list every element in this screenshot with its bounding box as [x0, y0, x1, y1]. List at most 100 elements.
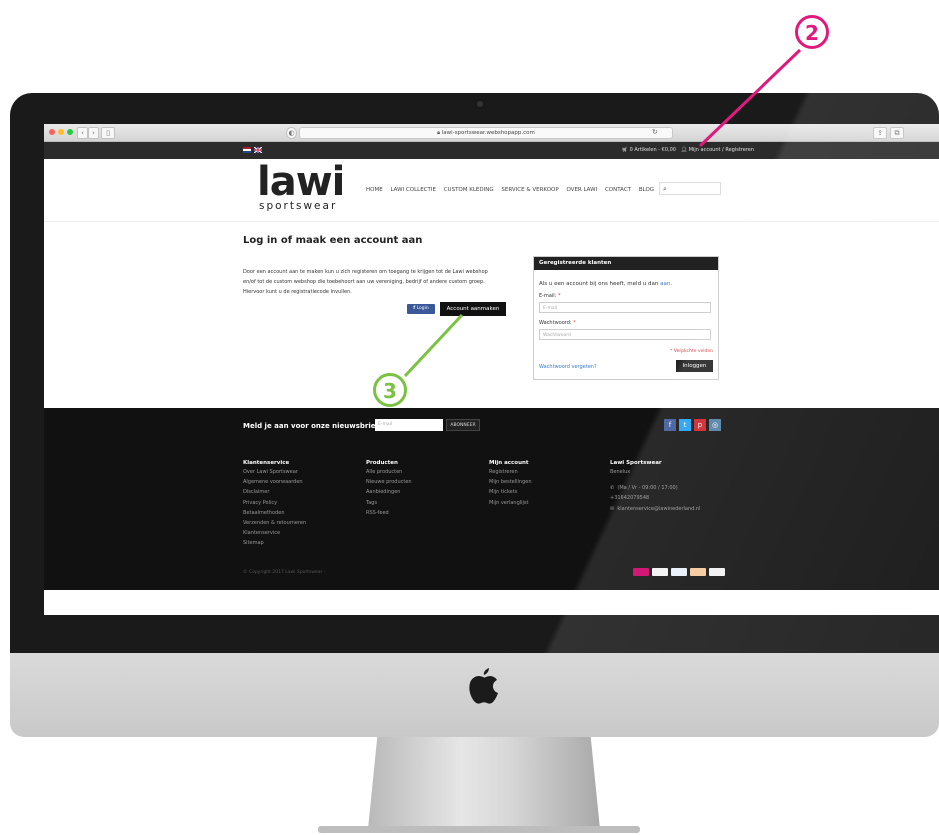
back-button[interactable]: ‹ [77, 127, 88, 139]
footer-link[interactable]: Aanbiedingen [366, 487, 486, 497]
copyright: © Copyright 2017 Lawi Sportswear - [243, 570, 326, 575]
close-window-button[interactable] [49, 129, 55, 135]
footer-link[interactable]: Sitemap [243, 538, 363, 548]
login-panel: Geregistreerde klanten Als u een account… [533, 256, 719, 380]
footer-link[interactable]: Betaalmethoden [243, 508, 363, 518]
password-field[interactable]: Wachtwoord [539, 329, 711, 340]
footer-link[interactable]: Klantenservice [243, 528, 363, 538]
nav-item-custom-kleding[interactable]: CUSTOM KLEDING [444, 187, 494, 193]
address-bar[interactable]: 🔒︎ lawi-sportswear.webshopapp.com [299, 127, 673, 139]
instagram-icon[interactable]: ◎ [709, 419, 721, 431]
footer-link[interactable]: Mijn tickets [489, 487, 609, 497]
visa-icon [652, 568, 668, 576]
footer-link[interactable]: Nieuwe producten [366, 477, 486, 487]
privacy-icon[interactable]: ◐ [286, 127, 297, 139]
nav-item-service[interactable]: SERVICE & VERKOOP [501, 187, 558, 193]
share-icon[interactable]: ⇪ [873, 127, 887, 139]
login-intro: Als u een account bij ons heeft, meld u … [539, 281, 672, 287]
tabs-icon[interactable]: ⧉ [890, 127, 904, 139]
dutch-flag-icon[interactable] [243, 147, 251, 153]
page-title: Log in of maak een account aan [243, 235, 423, 246]
footer-column-contact: Lawi Sportswear Benelux ✆ (Ma / Vr - 09:… [610, 459, 770, 514]
logo-tagline: sportswear [259, 200, 338, 212]
nav-item-blog[interactable]: BLOG [639, 187, 654, 193]
footer-column-producten: Producten Alle producten Nieuwe producte… [366, 459, 486, 518]
subscribe-button[interactable]: ABONNEER [446, 419, 480, 431]
lawi-logo[interactable]: lawi sportswear [257, 160, 345, 214]
nav-item-contact[interactable]: CONTACT [605, 187, 631, 193]
footer-link[interactable]: Disclaimer [243, 487, 363, 497]
footer-link[interactable]: Registreren [489, 467, 609, 477]
footer-link[interactable]: Alle producten [366, 467, 486, 477]
browser-toolbar: ‹ › ▯ ◐ 🔒︎ lawi-sportswear.webshopapp.co… [44, 124, 939, 142]
footer-link[interactable]: Over Lawi Sportswear [243, 467, 363, 477]
contact-hours-text: (Ma / Vr - 09:00 / 17:00) [617, 485, 678, 492]
login-button[interactable]: Inloggen [676, 360, 713, 372]
nav-item-collectie[interactable]: LAWI COLLECTIE [390, 187, 436, 193]
nav-item-over-lawi[interactable]: OVER LAWI [566, 187, 597, 193]
forward-button[interactable]: › [88, 127, 99, 139]
contact-hours: ✆ (Ma / Vr - 09:00 / 17:00) [610, 483, 770, 493]
user-icon: 👤︎ [680, 147, 688, 153]
create-account-button[interactable]: Account aanmaken [440, 302, 506, 316]
contact-phone[interactable]: +31642079548 [610, 493, 770, 503]
site-footer: Meld je aan voor onze nieuwsbrief: E-mai… [44, 408, 939, 590]
search-input[interactable]: ⌕ [659, 182, 721, 195]
contact-email[interactable]: ✉ klantenservice@lawinederland.nl [610, 504, 770, 514]
minimize-window-button[interactable] [58, 129, 64, 135]
intro-text: Door een account aan te maken kun u zich… [243, 269, 488, 295]
contact-email-text: klantenservice@lawinederland.nl [617, 505, 701, 512]
nav-item-home[interactable]: HOME [366, 187, 383, 193]
footer-link[interactable]: Tags [366, 498, 486, 508]
footer-link[interactable]: Mijn bestellingen [489, 477, 609, 487]
imac-stand [368, 737, 600, 829]
footer-link[interactable]: Privacy Policy [243, 498, 363, 508]
callout-2: 2 [795, 15, 829, 49]
phone-icon: ✆ [610, 485, 615, 492]
newsletter-email-input[interactable]: E-mail [375, 419, 443, 431]
afterpay-icon [690, 568, 706, 576]
cart-icon[interactable]: 🛒︎ [622, 147, 628, 153]
page-bottom [44, 590, 939, 615]
login-heading: Geregistreerde klanten [534, 257, 718, 270]
facebook-icon[interactable]: f [664, 419, 676, 431]
uk-flag-icon[interactable] [253, 146, 263, 154]
mail-icon: ✉ [610, 505, 615, 512]
cart-summary[interactable]: 0 Artikelen - €0,00 [630, 147, 676, 153]
top-bar-links: 🛒︎ 0 Artikelen - €0,00 👤︎ Mijn account /… [622, 147, 754, 153]
footer-column-klantenservice: Klantenservice Over Lawi Sportswear Alge… [243, 459, 363, 549]
ideal-icon [633, 568, 649, 576]
footer-link[interactable]: Verzenden & retourneren [243, 518, 363, 528]
top-bar: 🛒︎ 0 Artikelen - €0,00 👤︎ Mijn account /… [44, 142, 939, 159]
zoom-window-button[interactable] [67, 129, 73, 135]
email-label: E-mail: * [539, 293, 561, 299]
search-icon: ⌕ [663, 185, 667, 193]
camera [477, 101, 483, 107]
account-link[interactable]: Mijn account / Registreren [689, 147, 754, 153]
footer-column-title: Producten [366, 460, 398, 466]
newsletter-label: Meld je aan voor onze nieuwsbrief: [243, 422, 382, 430]
forgot-password-link[interactable]: Wachtwoord vergeten? [539, 364, 597, 370]
login-intro-link[interactable]: aan. [660, 281, 672, 287]
footer-column-title: Klantenservice [243, 460, 290, 466]
logo-wordmark: lawi [257, 159, 345, 205]
maestro-icon [709, 568, 725, 576]
footer-link[interactable]: Mijn verlanglijst [489, 498, 609, 508]
url-text: lawi-sportswear.webshopapp.com [441, 130, 535, 136]
footer-column-title: Lawi Sportswear [610, 460, 662, 466]
password-label: Wachtwoord: * [539, 320, 576, 326]
footer-region: Benelux [610, 469, 631, 475]
facebook-login-button[interactable]: f Login [407, 304, 435, 314]
twitter-icon[interactable]: t [679, 419, 691, 431]
footer-column-title: Mijn account [489, 460, 529, 466]
reload-icon[interactable]: ↻ [652, 127, 658, 138]
facebook-icon: f [413, 306, 416, 311]
site-header: lawi sportswear HOME LAWI COLLECTIE CUST… [44, 159, 939, 222]
footer-link[interactable]: Algemene voorwaarden [243, 477, 363, 487]
email-field[interactable]: E-mail [539, 302, 711, 313]
facebook-login-label: Login [416, 306, 429, 311]
footer-link[interactable]: RSS-feed [366, 508, 486, 518]
sidebar-icon[interactable]: ▯ [101, 127, 115, 139]
main-nav: HOME LAWI COLLECTIE CUSTOM KLEDING SERVI… [366, 187, 660, 193]
pinterest-icon[interactable]: p [694, 419, 706, 431]
